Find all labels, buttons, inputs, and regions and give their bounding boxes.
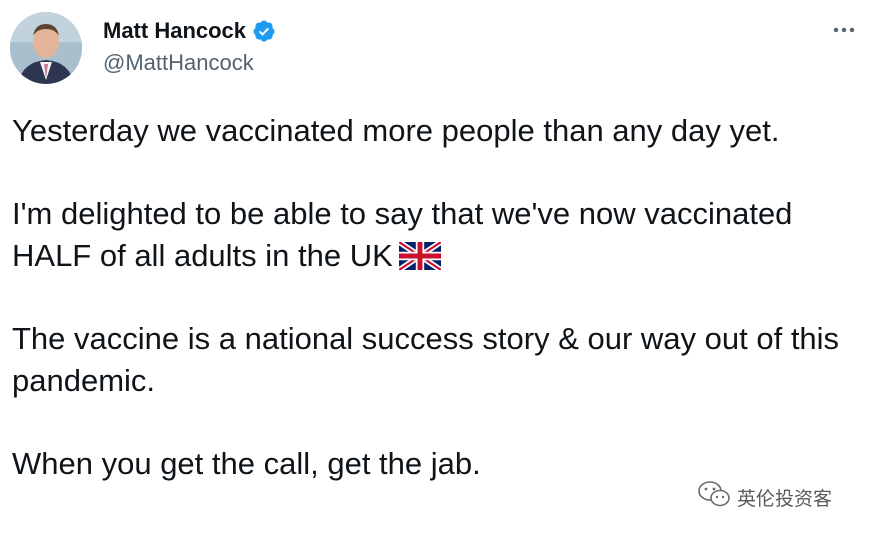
tweet-paragraph: Yesterday we vaccinated more people than…: [12, 113, 780, 148]
watermark: 英伦投资客: [697, 480, 832, 514]
watermark-text: 英伦投资客: [737, 488, 833, 510]
avatar[interactable]: [10, 12, 82, 84]
display-name[interactable]: Matt Hancock: [103, 18, 246, 44]
tweet-paragraph: I'm delighted to be able to say that we'…: [12, 193, 852, 277]
tweet-paragraph: When you get the call, get the jab.: [12, 446, 481, 481]
verified-badge-icon: [252, 19, 276, 43]
uk-flag-icon: [397, 239, 443, 273]
wechat-icon: [697, 480, 731, 514]
author-name-row: Matt Hancock: [103, 18, 276, 44]
tweet-card: Matt Hancock @MattHancock Yesterday we v…: [0, 0, 872, 534]
more-options-icon[interactable]: [828, 18, 860, 42]
author-handle[interactable]: @MattHancock: [103, 50, 254, 76]
avatar-photo: [10, 12, 82, 84]
tweet-body: Yesterday we vaccinated more people than…: [12, 110, 852, 485]
tweet-paragraph: The vaccine is a national success story …: [12, 321, 840, 398]
